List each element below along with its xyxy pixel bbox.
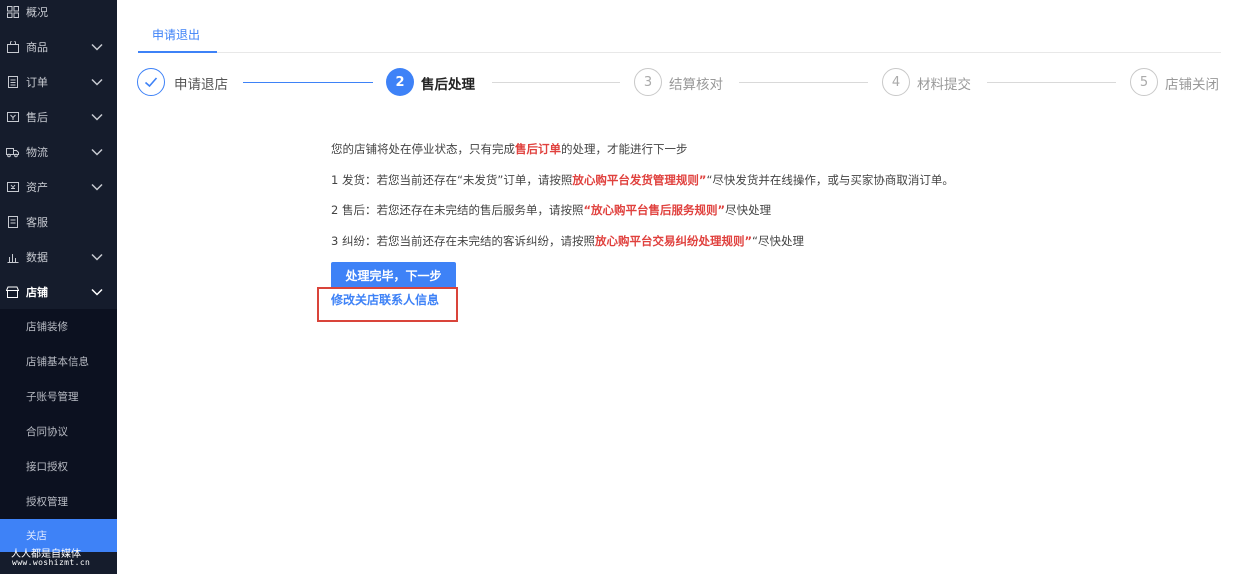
notice-line-dispute: 3 纠纷：若您当前还存在未完结的客诉纠纷，请按照放心购平台交易纠纷处理规则”“尽…	[331, 233, 804, 249]
sidebar-item-overview[interactable]: 概况	[0, 0, 117, 29]
watermark-url: www.woshizmt.cn	[12, 558, 91, 567]
sidebar-item-label: 商品	[26, 40, 48, 54]
chevron-down-icon[interactable]	[90, 180, 104, 194]
notice-text: “尽快处理	[752, 234, 805, 248]
sidebar-item-label: 物流	[26, 145, 48, 159]
notice-text: 您的店铺将处在停业状态，只有完成	[331, 142, 515, 156]
step-2-label: 售后处理	[421, 77, 475, 93]
step-connector	[739, 82, 868, 83]
sidebar-item-label: 资产	[26, 180, 48, 194]
sidebar-subitem-label: 授权管理	[26, 496, 68, 508]
rule-link-after-sales[interactable]: “放心购平台售后服务规则”	[583, 203, 725, 217]
sidebar-subitem-api-auth[interactable]: 接口授权	[0, 449, 117, 484]
step-2-number: 2	[386, 68, 414, 96]
sidebar-item-data[interactable]: 数据	[0, 239, 117, 274]
sidebar-item-assets[interactable]: 资产	[0, 169, 117, 204]
notice-text: 的处理，才能进行下一步	[561, 142, 688, 156]
sidebar-subitem-label: 合同协议	[26, 426, 68, 438]
notice-intro: 您的店铺将处在停业状态，只有完成售后订单的处理，才能进行下一步	[331, 141, 688, 157]
sidebar-subitem-label: 子账号管理	[26, 391, 79, 403]
sidebar-item-shop[interactable]: 店铺	[0, 274, 117, 309]
sidebar: 概况 商品 订单 售后 物流 资产 客服 数据 店铺 店铺装修 店铺基本信息 子…	[0, 0, 117, 574]
sidebar-subitem-label: 店铺基本信息	[26, 356, 89, 368]
sidebar-item-label: 店铺	[26, 285, 48, 299]
tab-divider	[138, 52, 1221, 53]
sidebar-item-products[interactable]: 商品	[0, 29, 117, 64]
sidebar-subitem-shop-decoration[interactable]: 店铺装修	[0, 309, 117, 344]
shop-icon	[6, 285, 19, 298]
sidebar-subitem-label: 关店	[26, 530, 47, 542]
document-icon	[6, 75, 19, 88]
next-step-button[interactable]: 处理完毕，下一步	[331, 262, 456, 289]
step-3-label: 结算核对	[669, 77, 723, 93]
sidebar-item-customer-service[interactable]: 客服	[0, 204, 117, 239]
sidebar-subitem-auth-management[interactable]: 授权管理	[0, 484, 117, 519]
step-connector	[492, 82, 620, 83]
step-connector	[987, 82, 1116, 83]
bag-icon	[6, 40, 19, 53]
chevron-down-icon[interactable]	[90, 250, 104, 264]
sidebar-item-label: 客服	[26, 215, 48, 229]
sidebar-item-label: 数据	[26, 250, 48, 264]
edit-contact-link[interactable]: 修改关店联系人信息	[331, 291, 439, 308]
sidebar-item-orders[interactable]: 订单	[0, 64, 117, 99]
return-icon	[6, 110, 19, 123]
sidebar-item-logistics[interactable]: 物流	[0, 134, 117, 169]
chevron-down-icon[interactable]	[90, 75, 104, 89]
notice-text: 2 售后：若您还存在未完结的售后服务单，请按照	[331, 203, 584, 217]
sidebar-item-after-sales[interactable]: 售后	[0, 99, 117, 134]
sidebar-item-label: 概况	[26, 5, 48, 19]
sidebar-subitem-sub-accounts[interactable]: 子账号管理	[0, 379, 117, 414]
grid-icon	[6, 5, 19, 18]
sidebar-subitem-contracts[interactable]: 合同协议	[0, 414, 117, 449]
headset-icon	[6, 215, 19, 228]
rule-link-dispute[interactable]: 放心购平台交易纠纷处理规则”	[595, 234, 752, 248]
tab-active-underline	[138, 51, 217, 53]
notice-text: 尽快处理	[725, 203, 772, 217]
highlight-link[interactable]: 售后订单	[515, 142, 561, 156]
notice-line-after-sales: 2 售后：若您还存在未完结的售后服务单，请按照“放心购平台售后服务规则”尽快处理	[331, 202, 771, 218]
tab-apply-exit[interactable]: 申请退出	[138, 24, 214, 53]
chevron-down-icon[interactable]	[90, 145, 104, 159]
sidebar-subitem-label: 接口授权	[26, 461, 68, 473]
truck-icon	[6, 145, 19, 158]
step-5-number: 5	[1130, 68, 1158, 96]
notice-line-shipping: 1 发货：若您当前还存在“未发货”订单，请按照放心购平台发货管理规则”“尽快发货…	[331, 172, 954, 188]
step-4-number: 4	[882, 68, 910, 96]
notice-text: 1 发货：若您当前还存在“未发货”订单，请按照	[331, 173, 573, 187]
notice-text: 3 纠纷：若您当前还存在未完结的客诉纠纷，请按照	[331, 234, 595, 248]
step-1-check-icon	[137, 68, 165, 96]
sidebar-item-label: 订单	[26, 75, 48, 89]
notice-text: “尽快发货并在线操作，或与买家协商取消订单。	[706, 173, 954, 187]
step-3-number: 3	[634, 68, 662, 96]
bar-chart-icon	[6, 250, 19, 263]
step-4-label: 材料提交	[917, 77, 971, 93]
sidebar-item-label: 售后	[26, 110, 48, 124]
chevron-down-icon[interactable]	[90, 110, 104, 124]
step-5-label: 店铺关闭	[1165, 77, 1219, 93]
rule-link-shipping[interactable]: 放心购平台发货管理规则”	[572, 173, 706, 187]
sidebar-subitem-label: 店铺装修	[26, 321, 68, 333]
chevron-down-icon[interactable]	[90, 40, 104, 54]
chevron-up-icon[interactable]	[90, 285, 104, 299]
wallet-icon	[6, 180, 19, 193]
step-connector	[243, 82, 373, 83]
sidebar-subitem-shop-info[interactable]: 店铺基本信息	[0, 344, 117, 379]
step-1-label: 申请退店	[174, 77, 228, 93]
